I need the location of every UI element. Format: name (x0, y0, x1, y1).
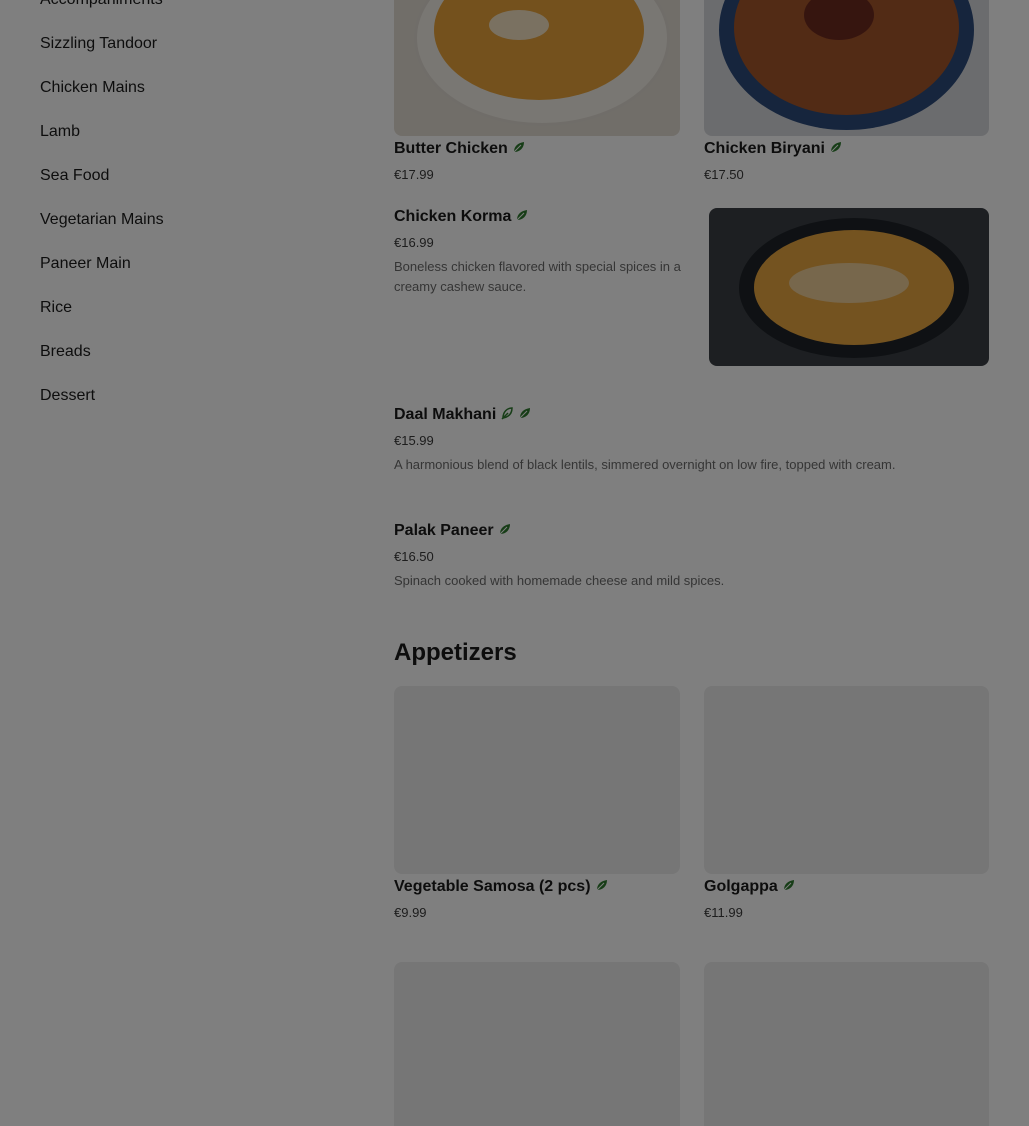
modal-backdrop-overlay[interactable] (0, 0, 1029, 1126)
